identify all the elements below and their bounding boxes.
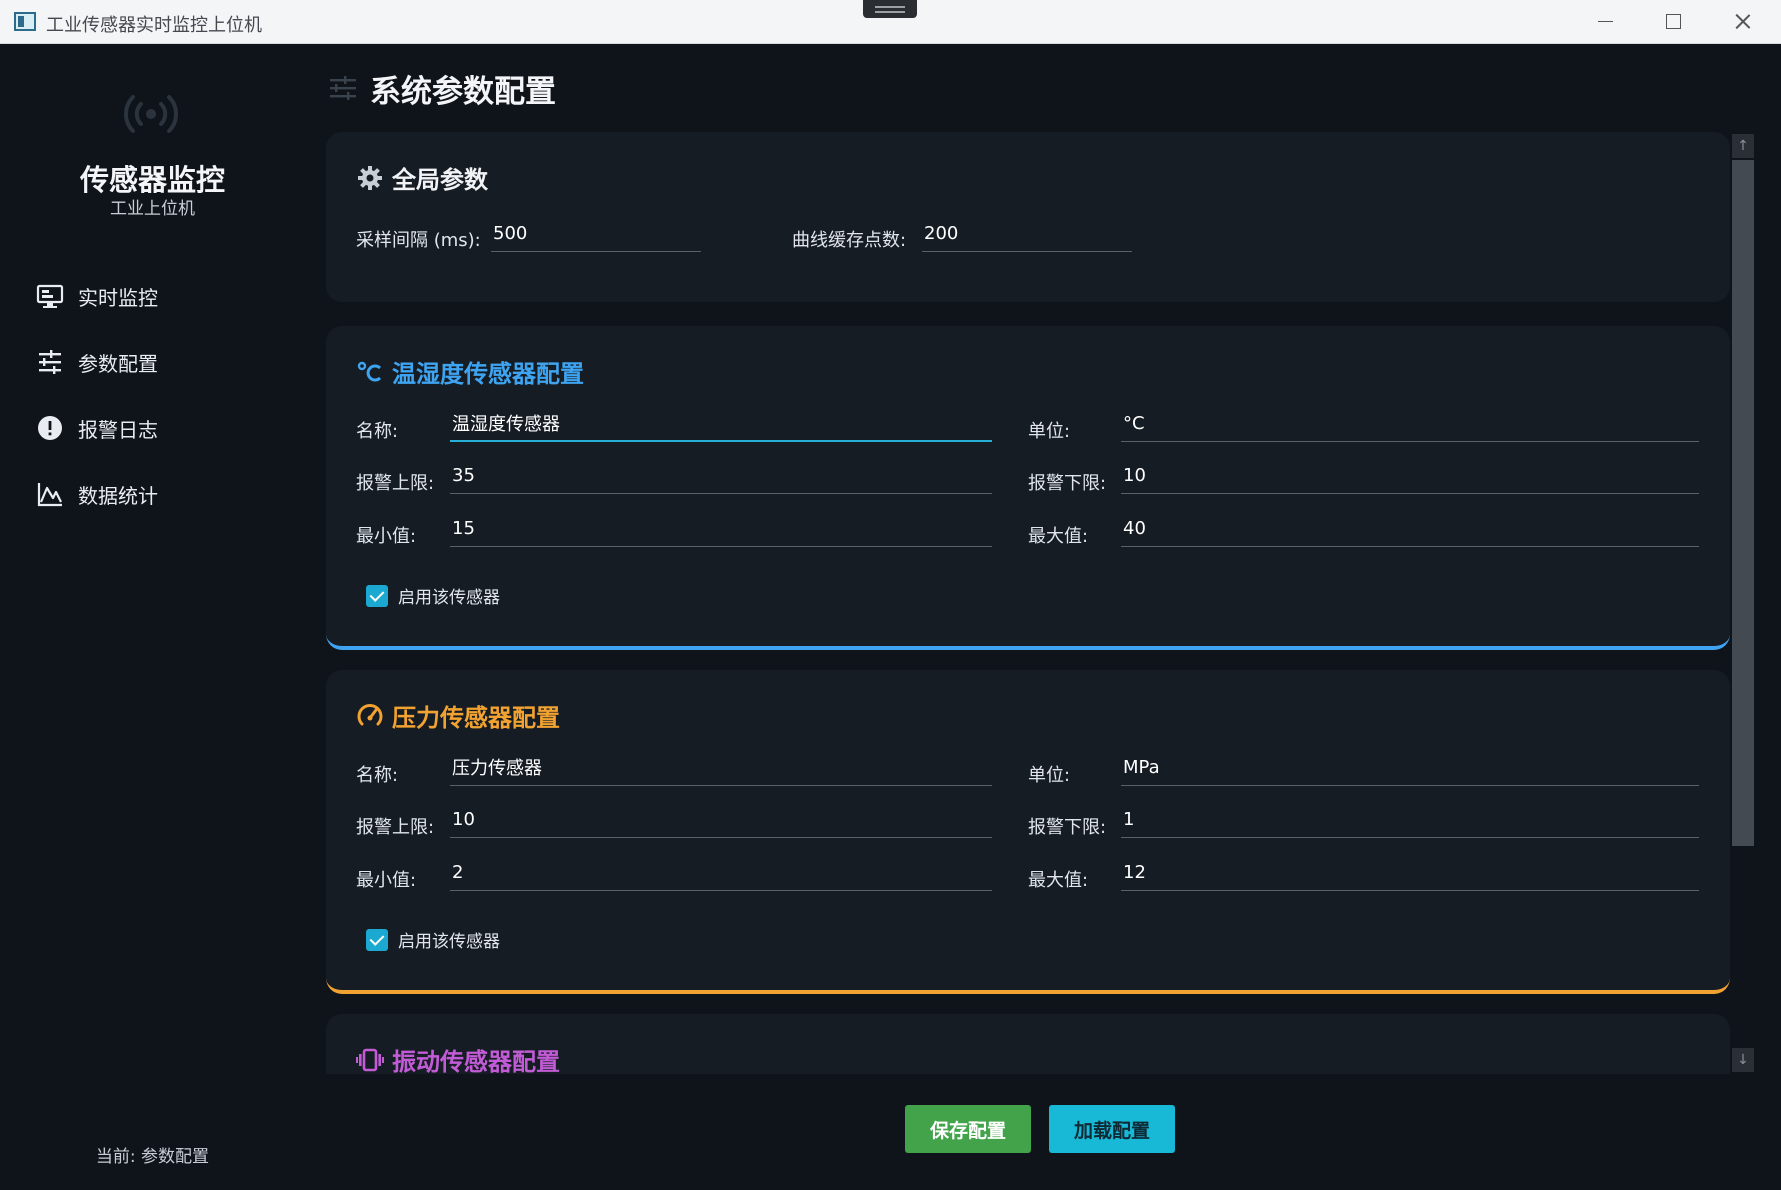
pressure-unit-field[interactable]: [1121, 750, 1699, 786]
global-params-title: 全局参数: [392, 166, 488, 194]
sidebar-item-realtime[interactable]: 实时监控: [36, 272, 276, 320]
temp-alarm-high-field[interactable]: [450, 458, 992, 494]
snap-handle[interactable]: [863, 0, 917, 18]
pressure-sensor-title: 压力传感器配置: [392, 704, 560, 732]
temp-name-input[interactable]: [450, 406, 992, 440]
temp-min-label: 最小值:: [356, 526, 417, 547]
scroll-up-arrow-icon[interactable]: ↑: [1732, 134, 1754, 158]
sample-interval-field[interactable]: [491, 216, 701, 252]
close-button[interactable]: [1720, 6, 1766, 38]
sidebar-item-label: 实时监控: [78, 285, 158, 310]
sidebar-item-label: 报警日志: [78, 417, 158, 442]
pressure-min-input[interactable]: [450, 855, 992, 889]
temp-unit-field[interactable]: [1121, 406, 1699, 442]
pressure-name-label: 名称:: [356, 765, 399, 786]
pressure-unit-input[interactable]: [1121, 750, 1699, 784]
config-scroll-area[interactable]: 全局参数 采样间隔 (ms): 曲线缓存点数: 温湿度传感器配置 名称: 单位:…: [326, 130, 1730, 1074]
page-header: 系统参数配置: [328, 68, 556, 110]
current-page-indicator: 当前: 参数配置: [95, 1147, 210, 1167]
temp-alarm-low-input[interactable]: [1121, 458, 1699, 492]
pressure-alarm-low-field[interactable]: [1121, 802, 1699, 838]
gauge-icon: [357, 703, 383, 725]
global-params-header: 全局参数: [356, 160, 488, 195]
gear-icon: [358, 165, 382, 190]
temp-alarm-low-label: 报警下限:: [1028, 473, 1107, 494]
alert-icon: [38, 416, 62, 440]
pressure-sensor-header: 压力传感器配置: [356, 698, 560, 733]
temp-name-label: 名称:: [356, 421, 399, 442]
chart-icon: [37, 483, 62, 507]
scroll-down-arrow-icon[interactable]: ↓: [1732, 1048, 1754, 1072]
vibration-sensor-header: 振动传感器配置: [356, 1042, 560, 1074]
page-title: 系统参数配置: [370, 73, 556, 110]
pressure-sensor-card: 压力传感器配置 名称: 单位: 报警上限: 报警下限: 最小值: 最大值: 启用…: [326, 670, 1730, 994]
temp-max-field[interactable]: [1121, 511, 1699, 547]
temp-alarm-high-label: 报警上限:: [356, 473, 435, 494]
sensor-broadcast-icon: [123, 95, 179, 133]
checkbox-checked[interactable]: [366, 584, 388, 607]
celsius-icon: [357, 361, 382, 381]
temp-min-input[interactable]: [450, 511, 992, 545]
vertical-scrollbar[interactable]: ↑ ↓: [1730, 132, 1756, 1076]
temp-unit-input[interactable]: [1121, 406, 1699, 440]
temp-alarm-high-input[interactable]: [450, 458, 992, 492]
brand-title: 传感器监控: [79, 163, 225, 197]
save-config-button[interactable]: 保存配置: [905, 1105, 1031, 1153]
vibration-sensor-card: 振动传感器配置: [326, 1014, 1730, 1074]
pressure-alarm-low-label: 报警下限:: [1028, 817, 1107, 838]
vibration-sensor-title: 振动传感器配置: [392, 1048, 560, 1074]
sidebar-item-alarm-log[interactable]: 报警日志: [36, 404, 276, 452]
minimize-button[interactable]: [1582, 6, 1628, 38]
buffer-points-field[interactable]: [922, 216, 1132, 252]
app-icon: [14, 12, 36, 31]
pressure-alarm-high-input[interactable]: [450, 802, 992, 836]
sliders-icon: [330, 76, 356, 100]
temp-max-label: 最大值:: [1028, 526, 1089, 547]
global-params-card: 全局参数 采样间隔 (ms): 曲线缓存点数:: [326, 132, 1730, 302]
temp-sensor-header: 温湿度传感器配置: [356, 354, 584, 389]
sample-interval-input[interactable]: [491, 216, 701, 250]
temp-sensor-card: 温湿度传感器配置 名称: 单位: 报警上限: 报警下限: 最小值: 最大值: 启…: [326, 326, 1730, 650]
pressure-enable-label: 启用该传感器: [398, 932, 500, 952]
sidebar-item-label: 参数配置: [78, 351, 158, 376]
pressure-max-label: 最大值:: [1028, 870, 1089, 891]
sample-interval-label: 采样间隔 (ms):: [356, 230, 481, 251]
pressure-enable-checkbox[interactable]: 启用该传感器: [366, 927, 500, 952]
temp-name-field[interactable]: [450, 406, 992, 442]
pressure-min-field[interactable]: [450, 855, 992, 891]
brand-subtitle: 工业上位机: [110, 199, 195, 219]
pressure-alarm-low-input[interactable]: [1121, 802, 1699, 836]
pressure-min-label: 最小值:: [356, 870, 417, 891]
pressure-alarm-high-label: 报警上限:: [356, 817, 435, 838]
window-title: 工业传感器实时监控上位机: [46, 15, 262, 36]
temp-max-input[interactable]: [1121, 511, 1699, 545]
sidebar-item-label: 数据统计: [78, 483, 158, 508]
monitor-icon: [36, 284, 64, 308]
temp-enable-label: 启用该传感器: [398, 588, 500, 608]
sidebar: 传感器监控 工业上位机 实时监控 参数配置 报警日志 数据统计 当前: 参数配置: [0, 44, 305, 1190]
maximize-button[interactable]: [1650, 6, 1696, 38]
buffer-points-input[interactable]: [922, 216, 1132, 250]
pressure-alarm-high-field[interactable]: [450, 802, 992, 838]
temp-min-field[interactable]: [450, 511, 992, 547]
pressure-unit-label: 单位:: [1028, 765, 1071, 786]
pressure-name-input[interactable]: [450, 750, 992, 784]
checkbox-checked[interactable]: [366, 928, 388, 951]
vibration-icon: [356, 1048, 384, 1071]
temp-alarm-low-field[interactable]: [1121, 458, 1699, 494]
temp-unit-label: 单位:: [1028, 421, 1071, 442]
pressure-name-field[interactable]: [450, 750, 992, 786]
pressure-max-input[interactable]: [1121, 855, 1699, 889]
sidebar-item-config[interactable]: 参数配置: [36, 338, 276, 386]
temp-enable-checkbox[interactable]: 启用该传感器: [366, 583, 500, 608]
temp-sensor-title: 温湿度传感器配置: [392, 360, 584, 388]
pressure-max-field[interactable]: [1121, 855, 1699, 891]
load-config-button[interactable]: 加载配置: [1049, 1105, 1175, 1153]
window-titlebar: 工业传感器实时监控上位机: [0, 0, 1781, 44]
sliders-icon: [39, 350, 61, 374]
scrollbar-thumb[interactable]: [1732, 160, 1754, 846]
buffer-points-label: 曲线缓存点数:: [792, 230, 907, 251]
sidebar-item-statistics[interactable]: 数据统计: [36, 470, 276, 518]
